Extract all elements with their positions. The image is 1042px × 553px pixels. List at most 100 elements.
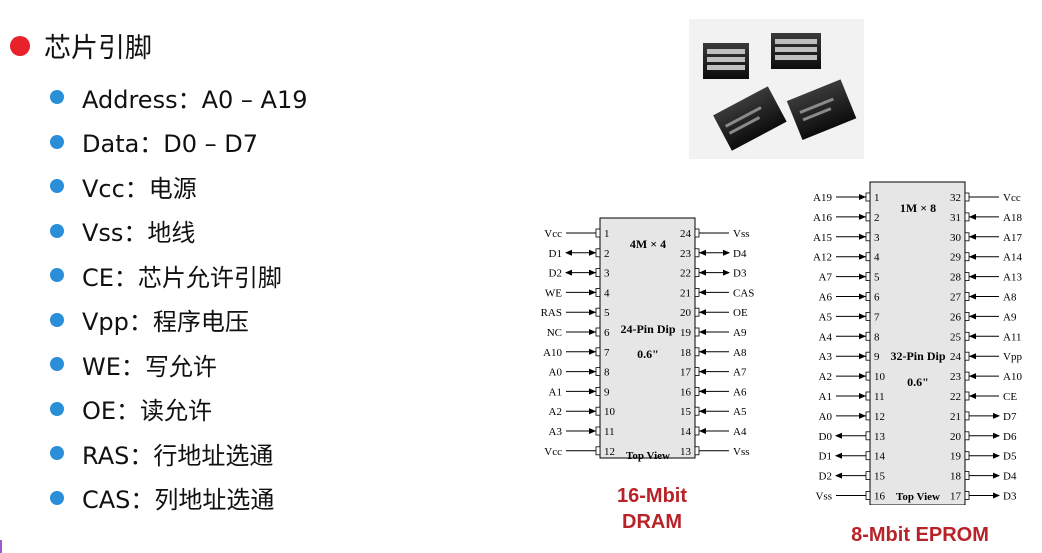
eprom-pin-number: 10 [874, 371, 886, 383]
eprom-pin-number: 24 [950, 351, 962, 363]
dram-pin-number: 13 [680, 446, 692, 458]
dram-pin-number: 9 [604, 386, 610, 398]
eprom-pin-31: A18 31 [950, 212, 1022, 224]
dram-pin-number: 3 [604, 268, 610, 280]
dram-view: Top View [626, 450, 670, 462]
dram-pin-number: 1 [604, 228, 610, 240]
eprom-pin-name: A7 [819, 272, 833, 284]
eprom-pin-number: 2 [874, 212, 880, 224]
dram-pin-name: A5 [733, 406, 747, 418]
dram-pin-24: Vss 24 [680, 228, 750, 240]
blue-bullet-icon [50, 223, 64, 238]
eprom-pin-30: A17 30 [950, 232, 1022, 244]
dram-pin-name: NC [547, 327, 562, 339]
dram-pin-name: Vss [733, 446, 750, 458]
dram-pin-name: RAS [541, 307, 562, 319]
eprom-pin-27: A8 27 [950, 292, 1017, 304]
list-item: Vcc：电源 [50, 164, 307, 209]
list-item: Vss：地线 [50, 209, 307, 254]
list-item-text: WE：写允许 [82, 352, 217, 381]
eprom-pin-name: A10 [1003, 371, 1022, 383]
eprom-pin-number: 8 [874, 331, 880, 343]
eprom-pin-28: A13 28 [950, 272, 1022, 284]
eprom-pin-15: D2 15 [819, 471, 886, 483]
dram-pin-number: 5 [604, 307, 610, 319]
blue-bullet-icon [50, 179, 64, 194]
dram-pin-number: 23 [680, 248, 692, 260]
eprom-pin-name: D6 [1003, 431, 1017, 443]
eprom-pin-number: 19 [950, 451, 962, 463]
eprom-pin-name: A6 [819, 292, 833, 304]
eprom-pin-20: D6 20 [950, 431, 1017, 443]
dram-pin-name: Vcc [544, 446, 562, 458]
eprom-pin-name: A11 [1003, 331, 1022, 343]
eprom-pin-number: 7 [874, 311, 880, 323]
eprom-pin-name: Vss [815, 491, 832, 503]
eprom-pin-16: Vss 16 [815, 491, 885, 503]
dram-pin-number: 16 [680, 386, 692, 398]
dram-pin-number: 19 [680, 327, 692, 339]
dram-pin-name: OE [733, 307, 748, 319]
dram-pin-name: D4 [733, 248, 747, 260]
list-item: CAS：列地址选通 [50, 476, 307, 521]
list-item: WE：写允许 [50, 342, 307, 387]
dram-pin-number: 6 [604, 327, 610, 339]
blue-bullet-icon [50, 268, 64, 283]
dram-pin-name: A6 [733, 386, 747, 398]
chip-top-left [703, 43, 749, 79]
eprom-pin-number: 25 [950, 331, 962, 343]
eprom-pin-number: 18 [950, 471, 962, 483]
eprom-pin-24: Vpp 24 [950, 351, 1022, 363]
list-item-text: OE：读允许 [82, 397, 213, 426]
dram-pin-number: 17 [680, 367, 692, 379]
pinout-diagrams: 4M × 4 24-Pin Dip 0.6" Top View Vcc 1 D1 2 D… [541, 181, 1022, 505]
eprom-pin-number: 23 [950, 371, 962, 383]
blue-bullet-icon [50, 490, 64, 505]
eprom-pin-26: A9 26 [950, 311, 1017, 323]
dram-pin-23: D4 23 [680, 248, 747, 260]
eprom-pin-name: A19 [813, 192, 832, 204]
eprom-pin-number: 11 [874, 391, 885, 403]
eprom-pin-number: 4 [874, 252, 880, 264]
eprom-pin-18: D4 18 [950, 471, 1017, 483]
dram-caption-line1: 16-Mbit [617, 485, 687, 507]
dram-caption-line2: DRAM [622, 511, 682, 533]
dram-pin-17: A7 17 [680, 367, 747, 379]
eprom-pin-number: 32 [950, 192, 961, 204]
list-item: Data：D0 – D7 [50, 120, 307, 165]
dram-pin-18: A8 18 [680, 347, 747, 359]
dram-pin-name: A7 [733, 367, 747, 379]
eprom-pin-number: 1 [874, 192, 880, 204]
dram-pin-10: A2 10 [549, 406, 616, 418]
eprom-pin-19: D5 19 [950, 451, 1017, 463]
list-item: CE：芯片允许引脚 [50, 253, 307, 298]
eprom-pin-number: 27 [950, 292, 962, 304]
list-item-text: Vpp：程序电压 [82, 308, 249, 337]
eprom-pin-name: Vcc [1003, 192, 1021, 204]
eprom-pin-name: D2 [819, 471, 832, 483]
eprom-pin-29: A14 29 [950, 252, 1022, 264]
eprom-pin-name: A5 [819, 311, 833, 323]
dram-pin-number: 12 [604, 446, 615, 458]
eprom-pin-12: A0 12 [819, 411, 885, 423]
eprom-view: Top View [896, 491, 940, 503]
eprom-pin-number: 22 [950, 391, 961, 403]
dram-organization: 4M × 4 [630, 237, 666, 251]
eprom-pin-number: 14 [874, 451, 886, 463]
slide-heading: 芯片引脚 [44, 33, 152, 64]
list-item: Address：A0 – A19 [50, 75, 307, 120]
dram-pin-15: A5 15 [680, 406, 747, 418]
eprom-pin-17: D3 17 [950, 491, 1017, 503]
red-bullet-icon [10, 35, 30, 56]
blue-bullet-icon [50, 90, 64, 105]
dram-pin-number: 14 [680, 426, 692, 438]
pin-definition-list: Address：A0 – A19 Data：D0 – D7 Vcc：电源 Vss… [50, 75, 307, 520]
dram-pin-number: 4 [604, 287, 610, 299]
eprom-pin-number: 21 [950, 411, 961, 423]
dram-pin-name: A2 [549, 406, 562, 418]
dram-pin-number: 2 [604, 248, 610, 260]
dram-pin-19: A9 19 [680, 327, 747, 339]
dram-pin-number: 8 [604, 367, 610, 379]
blue-bullet-icon [50, 134, 64, 149]
blue-bullet-icon [50, 446, 64, 461]
